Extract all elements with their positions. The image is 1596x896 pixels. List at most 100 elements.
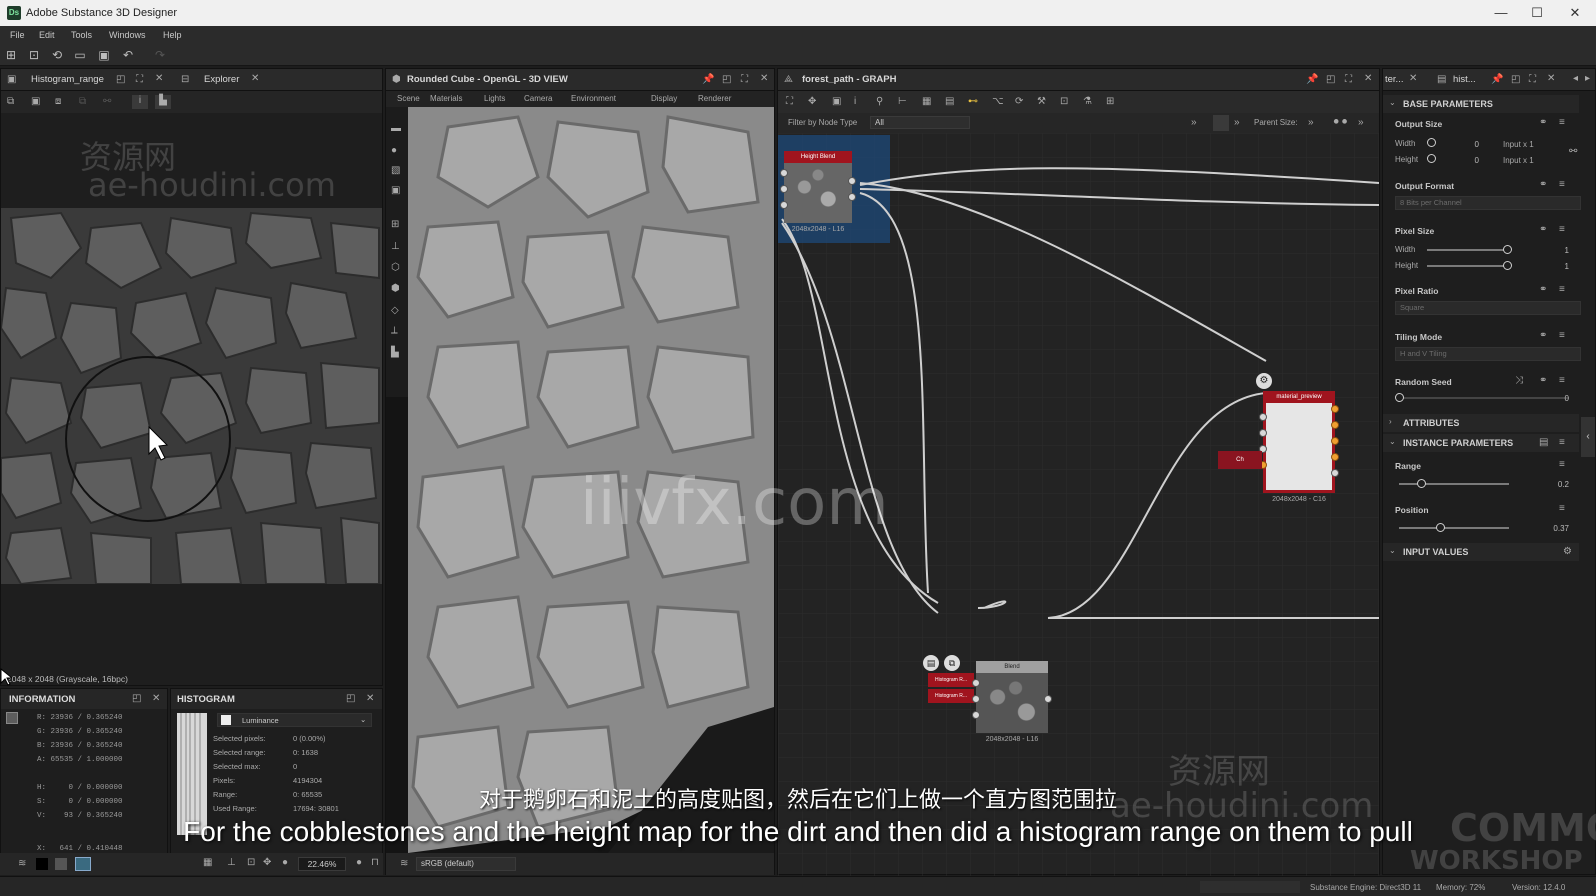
preview-toggle-icon[interactable] <box>1213 115 1229 131</box>
graph-float-icon[interactable]: ◰ <box>1326 74 1335 85</box>
environment-icon[interactable]: ▧ <box>391 165 400 176</box>
new-package-icon[interactable]: ⊞ <box>4 48 18 62</box>
output-port[interactable] <box>848 177 856 185</box>
save-image-icon[interactable]: ▣ <box>31 96 40 107</box>
bg-black-swatch[interactable] <box>36 858 48 870</box>
input-port[interactable] <box>780 169 788 177</box>
input-port[interactable] <box>780 201 788 209</box>
screenshot-icon[interactable]: ▣ <box>832 96 841 107</box>
histogram-toggle-icon[interactable]: ▙ <box>155 95 171 109</box>
colorspace-select[interactable]: sRGB (default) <box>416 857 516 871</box>
output-height-value[interactable]: 0 <box>1463 156 1479 165</box>
light-bulb-icon[interactable]: ● <box>391 145 397 156</box>
maximize-panel-icon[interactable]: ⛶ <box>136 74 143 85</box>
new-graph-icon[interactable]: ⊡ <box>27 48 41 62</box>
chain-icon[interactable]: ⚯ <box>1569 146 1577 157</box>
input-port[interactable] <box>1259 429 1267 437</box>
tiling-mode-select[interactable]: H and V Tiling <box>1395 347 1581 361</box>
mesh-icon[interactable]: ⬡ <box>391 262 400 273</box>
menu-tools[interactable]: Tools <box>71 30 92 40</box>
menu-windows[interactable]: Windows <box>109 30 146 40</box>
close-tab-icon[interactable]: ✕ <box>155 73 163 84</box>
distribute-icon[interactable]: ▦ <box>922 96 931 107</box>
random-seed-knob[interactable] <box>1395 393 1404 402</box>
node-group-icon[interactable]: ⧉ <box>944 655 960 671</box>
node-small[interactable]: Ch <box>1218 451 1262 469</box>
disabled-icon[interactable]: ⧉ <box>79 96 86 107</box>
scroll-left-icon[interactable]: ◂ <box>1573 73 1578 84</box>
axis-icon[interactable]: ⊥ <box>391 241 400 252</box>
section-input-values[interactable]: ⌄ INPUT VALUES ⚙ <box>1383 543 1579 561</box>
output-format-select[interactable]: 8 Bits per Channel <box>1395 196 1581 210</box>
props-float-icon[interactable]: ◰ <box>1511 74 1520 85</box>
output-port[interactable] <box>1331 453 1339 461</box>
output-port[interactable] <box>1331 437 1339 445</box>
frame-select-icon[interactable]: ⊡ <box>1060 96 1068 107</box>
output-height-radio[interactable] <box>1427 154 1436 163</box>
position-value[interactable]: 0.37 <box>1543 524 1569 533</box>
output-port[interactable] <box>1331 469 1339 477</box>
param-menu-icon[interactable]: ≡ <box>1559 117 1565 128</box>
gizmo-icon[interactable]: ⟂ <box>391 325 398 336</box>
bg-checker-swatch[interactable] <box>75 857 91 871</box>
section-base-parameters[interactable]: ⌄ BASE PARAMETERS <box>1383 95 1579 113</box>
wireframe-icon[interactable]: ⬢ <box>391 283 400 294</box>
expand4-icon[interactable]: » <box>1358 117 1364 128</box>
menu-renderer[interactable]: Renderer <box>698 94 731 103</box>
menu-camera[interactable]: Camera <box>524 94 552 103</box>
channel-select[interactable]: Luminance ⌄ <box>217 713 372 727</box>
param-menu-icon[interactable]: ≡ <box>1559 224 1565 235</box>
layers-3d-icon[interactable]: ◇ <box>391 305 399 316</box>
close-tab-a-icon[interactable]: ✕ <box>1409 73 1417 84</box>
position-slider[interactable] <box>1399 527 1509 529</box>
pixel-ratio-select[interactable]: Square <box>1395 301 1581 315</box>
param-menu-icon[interactable]: ≡ <box>1559 503 1565 514</box>
copy-image-icon[interactable]: ⧉ <box>7 96 14 107</box>
close-explorer-icon[interactable]: ✕ <box>251 73 259 84</box>
param-menu-icon[interactable]: ≡ <box>1559 284 1565 295</box>
section-instance-parameters[interactable]: ⌄ INSTANCE PARAMETERS ▤ ≡ <box>1383 434 1579 452</box>
camera-icon[interactable]: ▬ <box>391 123 401 134</box>
param-menu-icon[interactable]: ≡ <box>1559 459 1565 470</box>
props-close-icon[interactable]: ✕ <box>1547 73 1555 84</box>
pixel-height-value[interactable]: 1 <box>1553 262 1569 271</box>
export-icon[interactable]: ⧈ <box>55 96 61 107</box>
pixel-height-slider[interactable] <box>1427 265 1507 267</box>
graph-pin-icon[interactable]: 📌 <box>1306 74 1318 85</box>
node-histogram-range-1[interactable]: Histogram R... <box>928 673 974 687</box>
output-port[interactable] <box>1331 421 1339 429</box>
link-param-icon[interactable]: ⚭ <box>1539 330 1547 341</box>
graph-link-icon[interactable]: ⌥ <box>992 96 1004 107</box>
save-icon[interactable]: ▣ <box>97 48 111 62</box>
graph-maximize-icon[interactable]: ⛶ <box>1345 74 1352 85</box>
pin-icon[interactable]: 📌 <box>702 74 714 85</box>
range-slider[interactable] <box>1399 483 1509 485</box>
redo-icon[interactable]: ↷ <box>153 48 167 62</box>
height-map-image[interactable] <box>1 208 382 584</box>
output-port[interactable] <box>848 193 856 201</box>
props-pin-icon[interactable]: 📌 <box>1491 74 1503 85</box>
tab-ter[interactable]: ter... <box>1385 74 1403 85</box>
filter-select[interactable]: All <box>870 116 970 129</box>
table-icon[interactable]: ▤ <box>945 96 954 107</box>
menu-environment[interactable]: Environment <box>571 94 616 103</box>
uv-icon[interactable]: ⊞ <box>391 219 399 230</box>
output-width-radio[interactable] <box>1427 138 1436 147</box>
output-height-mode[interactable]: Input x 1 <box>1503 156 1534 165</box>
view-3d-title[interactable]: Rounded Cube - OpenGL - 3D VIEW <box>407 74 568 85</box>
menu-scene[interactable]: Scene <box>397 94 420 103</box>
info-close-icon[interactable]: ✕ <box>152 693 160 704</box>
expand-icon[interactable]: » <box>1191 117 1197 128</box>
node-doc-icon[interactable]: ▤ <box>923 655 939 671</box>
open-icon[interactable]: ⟲ <box>50 48 64 62</box>
connect-icon[interactable]: ⊷ <box>968 96 978 107</box>
minimize-button[interactable]: — <box>1486 4 1516 22</box>
node-histogram-range-2[interactable]: Histogram R... <box>928 689 974 703</box>
info-float-icon[interactable]: ◰ <box>132 693 141 704</box>
close-button[interactable]: ✕ <box>1560 4 1590 22</box>
tab-explorer[interactable]: Explorer <box>204 74 239 85</box>
range-knob[interactable] <box>1417 479 1426 488</box>
link-icon[interactable]: ⚯ <box>103 96 111 107</box>
input-port[interactable] <box>972 679 980 687</box>
undo-icon[interactable]: ↶ <box>121 48 135 62</box>
